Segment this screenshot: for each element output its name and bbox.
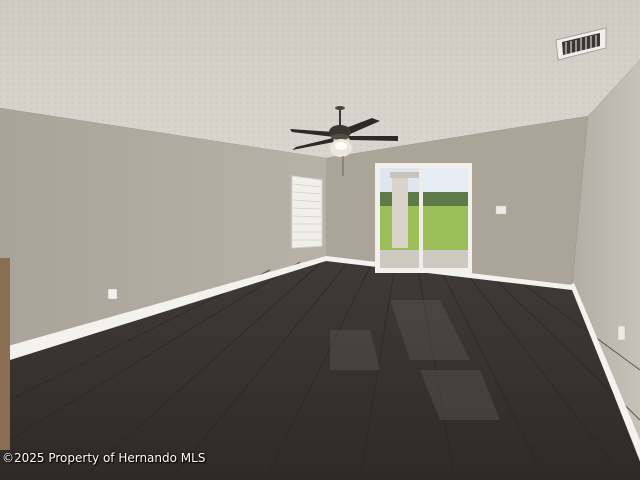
window-blinds — [291, 175, 323, 249]
outlet-icon — [107, 288, 118, 300]
light-switch — [495, 205, 507, 215]
room-photo: ©2025 Property of Hernando MLS — [0, 0, 640, 480]
outlet-icon — [617, 325, 626, 341]
watermark-text: ©2025 Property of Hernando MLS — [2, 451, 206, 465]
sliding-glass-door — [375, 163, 472, 273]
wall-edge-post — [0, 258, 10, 450]
room-illustration — [0, 0, 640, 480]
